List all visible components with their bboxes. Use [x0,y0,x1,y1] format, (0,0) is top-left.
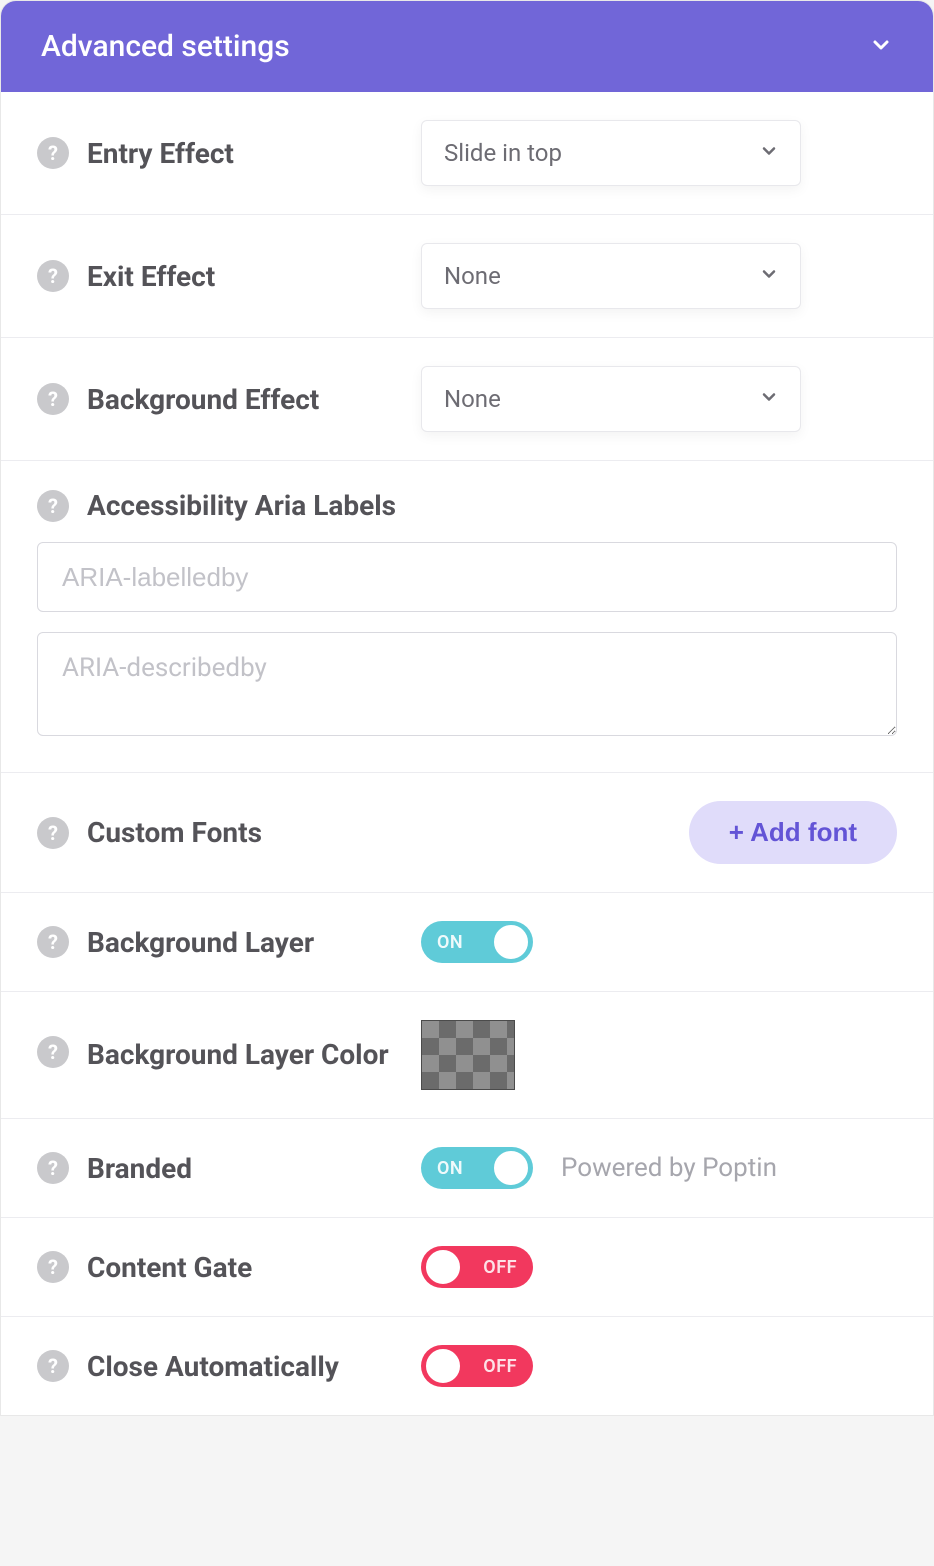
panel-title: Advanced settings [41,29,290,64]
control-group: ON [421,921,533,963]
toggle-knob [492,923,530,961]
help-icon[interactable]: ? [37,383,69,415]
row-close-automatically: ? Close Automatically OFF [1,1317,933,1415]
label-group: ? Background Layer Color [37,1036,397,1074]
entry-effect-select[interactable]: Slide in top [421,120,801,186]
label-group: ? Close Automatically [37,1350,397,1383]
entry-effect-value: Slide in top [444,139,562,167]
toggle-text: ON [437,932,463,953]
toggle-text: OFF [483,1257,517,1278]
help-icon[interactable]: ? [37,490,69,522]
toggle-text: OFF [483,1356,517,1377]
chevron-down-icon [869,33,893,61]
label-group: ? Custom Fonts [37,816,689,849]
help-icon[interactable]: ? [37,1251,69,1283]
content-gate-toggle[interactable]: OFF [421,1246,533,1288]
aria-labelledby-input[interactable] [37,542,897,612]
entry-effect-label: Entry Effect [87,137,234,170]
branded-note: Powered by Poptin [561,1153,777,1183]
row-accessibility: ? Accessibility Aria Labels [1,461,933,773]
exit-effect-value: None [444,262,501,290]
background-effect-label: Background Effect [87,383,319,416]
row-content-gate: ? Content Gate OFF [1,1218,933,1317]
row-background-effect: ? Background Effect None [1,338,933,461]
label-group: ? Branded [37,1152,397,1185]
toggle-knob [424,1248,462,1286]
background-effect-value: None [444,385,501,413]
branded-toggle[interactable]: ON [421,1147,533,1189]
aria-describedby-input[interactable] [37,632,897,736]
advanced-settings-panel: Advanced settings ? Entry Effect Slide i… [0,0,934,1416]
background-layer-color-label: Background Layer Color [87,1036,389,1074]
help-icon[interactable]: ? [37,1036,69,1068]
help-icon[interactable]: ? [37,1152,69,1184]
label-group: ? Background Effect [37,383,397,416]
label-group: ? Accessibility Aria Labels [37,489,897,522]
row-custom-fonts: ? Custom Fonts + Add font [1,773,933,893]
toggle-text: ON [437,1158,463,1179]
toggle-knob [424,1347,462,1385]
branded-label: Branded [87,1152,192,1185]
exit-effect-select[interactable]: None [421,243,801,309]
background-layer-color-swatch[interactable] [421,1020,515,1090]
toggle-knob [492,1149,530,1187]
row-exit-effect: ? Exit Effect None [1,215,933,338]
close-automatically-toggle[interactable]: OFF [421,1345,533,1387]
control-group [421,1020,515,1090]
panel-header[interactable]: Advanced settings [1,1,933,92]
background-layer-label: Background Layer [87,926,314,959]
label-group: ? Background Layer [37,926,397,959]
label-group: ? Entry Effect [37,137,397,170]
help-icon[interactable]: ? [37,260,69,292]
accessibility-label: Accessibility Aria Labels [87,489,396,522]
background-effect-select[interactable]: None [421,366,801,432]
label-group: ? Content Gate [37,1251,397,1284]
close-automatically-label: Close Automatically [87,1350,339,1383]
help-icon[interactable]: ? [37,926,69,958]
row-entry-effect: ? Entry Effect Slide in top [1,92,933,215]
background-layer-toggle[interactable]: ON [421,921,533,963]
add-font-button[interactable]: + Add font [689,801,897,864]
row-background-layer: ? Background Layer ON [1,893,933,992]
control-group: ON Powered by Poptin [421,1147,777,1189]
content-gate-label: Content Gate [87,1251,252,1284]
custom-fonts-label: Custom Fonts [87,816,262,849]
control-group: OFF [421,1345,533,1387]
help-icon[interactable]: ? [37,137,69,169]
label-group: ? Exit Effect [37,260,397,293]
row-branded: ? Branded ON Powered by Poptin [1,1119,933,1218]
help-icon[interactable]: ? [37,1350,69,1382]
control-group: OFF [421,1246,533,1288]
exit-effect-label: Exit Effect [87,260,215,293]
row-background-layer-color: ? Background Layer Color [1,992,933,1119]
help-icon[interactable]: ? [37,817,69,849]
